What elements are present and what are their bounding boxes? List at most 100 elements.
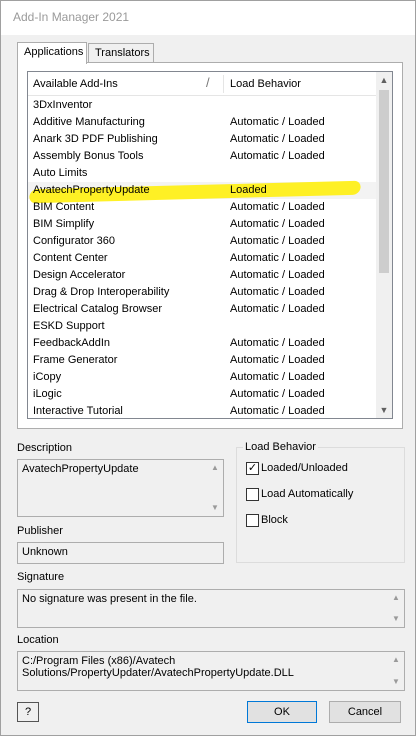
add-in-load-behavior: Automatic / Loaded (230, 371, 325, 383)
location-field[interactable]: C:/Program Files (x86)/Avatech Solutions… (17, 651, 405, 691)
add-in-load-behavior: Automatic / Loaded (230, 201, 325, 213)
add-in-load-behavior: Automatic / Loaded (230, 252, 325, 264)
add-in-name: AvatechPropertyUpdate (33, 184, 150, 196)
checkbox-label: Load Automatically (261, 488, 354, 500)
list-item[interactable]: Interactive Tutorial Automatic / Loaded (28, 403, 376, 418)
list-item[interactable]: Frame Generator Automatic / Loaded (28, 352, 376, 369)
add-in-name: iCopy (33, 371, 62, 383)
add-in-name: BIM Content (33, 201, 95, 213)
add-in-name: Frame Generator (33, 354, 118, 366)
load-behavior-legend: Load Behavior (243, 441, 318, 453)
add-in-name: Configurator 360 (33, 235, 115, 247)
add-in-load-behavior: Loaded (230, 184, 267, 196)
list-item[interactable]: BIM Simplify Automatic / Loaded (28, 216, 376, 233)
list-item[interactable]: BIM Content Automatic / Loaded (28, 199, 376, 216)
description-value: AvatechPropertyUpdate (22, 463, 139, 475)
add-in-name: Content Center (33, 252, 108, 264)
checkbox-label: Block (261, 514, 288, 526)
scroll-down-icon[interactable]: ▼ (388, 675, 404, 689)
scroll-down-icon[interactable]: ▼ (388, 612, 404, 626)
list-item[interactable]: 3DxInventor (28, 97, 376, 114)
column-header-available-add-ins[interactable]: Available Add-Ins (33, 78, 118, 90)
description-scrollbar[interactable]: ▲ ▼ (207, 460, 223, 516)
signature-label: Signature (17, 571, 65, 583)
window-title: Add-In Manager 2021 (13, 10, 130, 24)
location-line-1: C:/Program Files (x86)/Avatech (22, 655, 176, 667)
checkbox-checked-icon[interactable]: ✓ (246, 462, 259, 475)
list-item[interactable]: Anark 3D PDF Publishing Automatic / Loade… (28, 131, 376, 148)
add-ins-list[interactable]: Available Add-Ins / Load Behavior 3DxInv… (27, 71, 393, 419)
scroll-up-icon[interactable]: ▲ (388, 591, 404, 605)
tab-translators[interactable]: Translators (88, 43, 154, 63)
list-item[interactable]: Auto Limits (28, 165, 376, 182)
ok-button[interactable]: OK (247, 701, 317, 723)
list-item[interactable]: iLogic Automatic / Loaded (28, 386, 376, 403)
list-vertical-scrollbar[interactable]: ▲ ▼ (376, 72, 392, 418)
add-in-name: Interactive Tutorial (33, 405, 123, 417)
add-in-load-behavior: Automatic / Loaded (230, 405, 325, 417)
scroll-down-icon[interactable]: ▼ (376, 402, 392, 418)
list-item[interactable]: Assembly Bonus Tools Automatic / Loaded (28, 148, 376, 165)
signature-field[interactable]: No signature was present in the file. ▲ … (17, 589, 405, 628)
description-label: Description (17, 442, 73, 454)
publisher-value: Unknown (22, 546, 68, 558)
scroll-up-icon[interactable]: ▲ (376, 72, 392, 88)
signature-scrollbar[interactable]: ▲ ▼ (388, 590, 404, 627)
add-in-load-behavior: Automatic / Loaded (230, 388, 325, 400)
add-in-name: BIM Simplify (33, 218, 95, 230)
list-item[interactable]: ESKD Support (28, 318, 376, 335)
help-icon: ? (24, 706, 32, 718)
description-field[interactable]: AvatechPropertyUpdate ▲ ▼ (17, 459, 224, 517)
add-in-name: Additive Manufacturing (33, 116, 145, 128)
scroll-up-icon[interactable]: ▲ (388, 653, 404, 667)
add-in-load-behavior: Automatic / Loaded (230, 337, 325, 349)
add-in-name: Electrical Catalog Browser (33, 303, 162, 315)
add-in-load-behavior: Automatic / Loaded (230, 354, 325, 366)
checkbox-label: Loaded/Unloaded (261, 462, 348, 474)
publisher-label: Publisher (17, 525, 63, 537)
scroll-up-icon[interactable]: ▲ (207, 461, 223, 475)
checkbox-unchecked-icon[interactable] (246, 514, 259, 527)
add-in-name: Design Accelerator (33, 269, 126, 281)
add-in-name: Auto Limits (33, 167, 88, 179)
list-header: Available Add-Ins / Load Behavior (28, 72, 376, 96)
list-item[interactable]: Design Accelerator Automatic / Loaded (28, 267, 376, 284)
help-button[interactable]: ? (17, 702, 39, 722)
add-in-name: Anark 3D PDF Publishing (33, 133, 158, 145)
add-in-load-behavior: Automatic / Loaded (230, 235, 325, 247)
add-in-name: Drag & Drop Interoperability (33, 286, 170, 298)
list-item[interactable]: Additive Manufacturing Automatic / Loaded (28, 114, 376, 131)
location-scrollbar[interactable]: ▲ ▼ (388, 652, 404, 690)
location-label: Location (17, 634, 59, 646)
scroll-thumb[interactable] (379, 90, 389, 273)
list-item[interactable]: FeedbackAddIn Automatic / Loaded (28, 335, 376, 352)
title-bar[interactable]: Add-In Manager 2021 (1, 1, 415, 35)
add-in-load-behavior: Automatic / Loaded (230, 133, 325, 145)
list-item[interactable]: iCopy Automatic / Loaded (28, 369, 376, 386)
signature-value: No signature was present in the file. (22, 593, 197, 605)
add-in-manager-window: Add-In Manager 2021 Applications Transla… (0, 0, 416, 736)
column-divider[interactable] (223, 75, 224, 93)
list-item[interactable]: AvatechPropertyUpdate Loaded (28, 180, 376, 204)
add-in-load-behavior: Automatic / Loaded (230, 116, 325, 128)
add-in-name: FeedbackAddIn (33, 337, 111, 349)
sort-indicator-icon: / (206, 75, 210, 90)
add-in-load-behavior: Automatic / Loaded (230, 150, 325, 162)
add-in-name: 3DxInventor (33, 99, 93, 111)
list-item[interactable]: Drag & Drop Interoperability Automatic / … (28, 284, 376, 301)
column-header-load-behavior[interactable]: Load Behavior (230, 78, 301, 90)
cancel-button[interactable]: Cancel (329, 701, 401, 723)
checkbox-unchecked-icon[interactable] (246, 488, 259, 501)
add-in-load-behavior: Automatic / Loaded (230, 303, 325, 315)
scroll-down-icon[interactable]: ▼ (207, 501, 223, 515)
add-in-load-behavior: Automatic / Loaded (230, 286, 325, 298)
publisher-field[interactable]: Unknown (17, 542, 224, 564)
add-in-name: iLogic (33, 388, 62, 400)
tab-applications[interactable]: Applications (17, 42, 87, 64)
add-in-name: ESKD Support (33, 320, 105, 332)
list-item[interactable]: Electrical Catalog Browser Automatic / Lo… (28, 301, 376, 318)
location-line-2: Solutions/PropertyUpdater/AvatechPropert… (22, 667, 294, 679)
list-item[interactable]: Configurator 360 Automatic / Loaded (28, 233, 376, 250)
add-in-load-behavior: Automatic / Loaded (230, 218, 325, 230)
list-item[interactable]: Content Center Automatic / Loaded (28, 250, 376, 267)
